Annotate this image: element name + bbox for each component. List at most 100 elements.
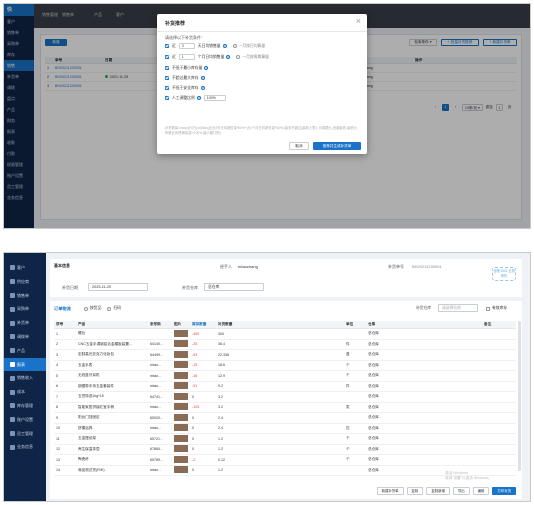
table-cell[interactable]: 拼模浴具 [76, 426, 148, 431]
help-icon[interactable]: ? [200, 86, 205, 90]
sidebar-item[interactable]: 业务信息 [4, 440, 46, 454]
ratio-input[interactable]: 100% [203, 95, 226, 101]
radio-icon[interactable] [107, 306, 112, 311]
warehouse-filter-select[interactable]: 请选择仓库 [438, 304, 478, 312]
table-row[interactable]: 5 无线蓝牙耳机 mtao... -16 12.9 个 总仓库 [54, 371, 516, 382]
copy-add-button[interactable]: 复制新增 [426, 487, 450, 495]
table-header: 序号 产品 条形码 图片 库存数量 补货数量 单位 仓库 备注 [54, 321, 516, 329]
radio-icon[interactable] [232, 44, 237, 48]
export-button[interactable]: 导出 [452, 487, 470, 495]
table-row[interactable]: 13 陶瓷杯 65789... -2 0.12 个 总仓库 [54, 455, 516, 466]
sidebar-item[interactable]: 账户设置 [4, 413, 46, 427]
copy-button[interactable]: 复制 [406, 487, 424, 495]
table-cell[interactable]: 定制高光亚克力化妆包 [76, 352, 148, 357]
help-icon[interactable]: ? [200, 76, 205, 80]
new-replenish-button[interactable]: 新建补货单 [376, 487, 404, 495]
table-cell: 6 [56, 384, 58, 389]
sidebar-item-label: 成本 [17, 389, 25, 395]
date-input[interactable]: 2025-11-20 [88, 283, 148, 291]
warehouse-input[interactable]: 总仓库 [204, 283, 264, 291]
table-row[interactable]: 4 五金手表 mtao... -15 18.6 个 总仓库 [54, 361, 516, 371]
table-cell[interactable]: 螺丝 [76, 331, 148, 336]
col-header: 序号 [56, 322, 64, 326]
table-cell[interactable]: CNC五金手调钢铝合金模板装置... [76, 342, 148, 347]
stock-checkbox[interactable]: 有效库存 [486, 306, 507, 311]
table-cell: 总仓库 [368, 394, 379, 399]
table-cell[interactable]: 五金手表 [76, 363, 148, 368]
table-cell[interactable]: 养生保温茶壶 [76, 447, 148, 452]
help-icon[interactable]: ? [222, 44, 227, 48]
table-cell: 2.4 [218, 415, 223, 420]
table-cell[interactable]: 无线蓝牙耳机 [76, 373, 148, 378]
help-icon[interactable]: ? [226, 55, 231, 59]
edit-button[interactable]: 编辑 [472, 487, 490, 495]
table-row[interactable]: 9 阳台门挡固定 65920... 0 2.4 总仓库 [54, 413, 516, 424]
product-thumbnail [174, 361, 188, 369]
sidebar-item[interactable]: 客户 [4, 261, 46, 275]
table-row[interactable]: 7 玉岳特选1kg*18 64741... 0 3.2 总仓库 [54, 392, 516, 403]
radio-icon[interactable] [84, 306, 88, 311]
sidebar-item[interactable]: 采购单 [4, 302, 46, 316]
table-row[interactable]: 11 五金摆设架 65721... 0 1.2 个 总仓库 [54, 434, 516, 445]
table-cell[interactable]: 五金摆设架 [76, 436, 148, 441]
table-cell[interactable]: 阳台门挡固定 [76, 415, 148, 420]
sidebar-item[interactable]: 供应商 [4, 275, 46, 289]
product-thumbnail [174, 392, 188, 400]
sidebar-item[interactable]: 补货单 [4, 316, 46, 330]
table-cell[interactable]: 商品测试货(FMI) [76, 468, 148, 473]
checkbox-checked-icon[interactable] [165, 76, 169, 80]
help-icon[interactable]: ? [196, 96, 201, 100]
table-row[interactable]: 1 螺丝 -400 300 总仓库 [54, 329, 516, 340]
table-row[interactable]: 12 养生保温茶壶 67884... 0 1.2 个 总仓库 [54, 445, 516, 455]
sidebar-item[interactable]: 调拨单 [4, 330, 46, 344]
days-input[interactable]: 3 [178, 43, 195, 49]
table-cell: -93 [192, 352, 198, 357]
table-cell: 64140... [150, 342, 163, 347]
col-header: 备注 [484, 322, 492, 326]
table-row[interactable]: 6 钢锯带手持五金套装件 mtao... -91 9.2 件 总仓库 [54, 382, 516, 392]
list-tab[interactable]: 订单物流 [54, 306, 71, 312]
table-row[interactable]: 8 智能家居拼接红宝手柄 mtao... -103 3.2 张 总仓库 [54, 403, 516, 413]
close-icon[interactable]: × [356, 17, 361, 26]
print-button[interactable]: 打印补货 [492, 487, 516, 495]
sidebar-item[interactable]: 报表 [4, 357, 46, 372]
table-cell[interactable]: 玉岳特选1kg*18 [76, 394, 148, 399]
cancel-button[interactable]: 取消 [289, 142, 309, 150]
cond-text: 天日均销售量 [197, 43, 221, 48]
sidebar-item[interactable]: 产品 [4, 344, 46, 358]
help-icon[interactable]: ? [204, 66, 209, 70]
col-header: 条形码 [150, 322, 161, 326]
checkbox-checked-icon[interactable] [165, 66, 169, 70]
table-row[interactable]: 10 拼模浴具 mtao... 0 2.4 匹 总仓库 [54, 424, 516, 434]
checkbox-checked-icon[interactable] [165, 86, 169, 90]
scrollbar[interactable] [518, 321, 521, 471]
cond-row-4: 不超过最大库存 ? [165, 74, 205, 82]
table-cell: 总仓库 [368, 415, 379, 420]
table-row[interactable]: 2 CNC五金手调钢铝合金模板装置... 64140... -25 36.4 件 总仓库 [54, 340, 516, 350]
sidebar-item[interactable]: 销售收入 [4, 371, 46, 385]
table-cell[interactable]: 陶瓷杯 [76, 457, 148, 462]
checkbox-icon[interactable] [486, 306, 490, 311]
confirm-button[interactable]: 推荐并生成补货单 [313, 142, 361, 150]
status-stamp: 仓储 2021 业务条件 [492, 267, 516, 281]
table-cell[interactable]: 钢锯带手持五金套装件 [76, 384, 148, 389]
table-cell: 3 [56, 352, 58, 357]
sidebar-item[interactable]: 销售单 [4, 289, 46, 303]
cond-pre: 近 [172, 43, 176, 48]
months-input[interactable]: 1 [178, 54, 195, 60]
table-cell: -15 [192, 363, 198, 368]
table-cell[interactable]: 智能家居拼接红宝手柄 [76, 405, 148, 410]
table-cell: 64741... [150, 394, 163, 399]
sidebar-item[interactable]: 员工管理 [4, 427, 46, 441]
checkbox-checked-icon[interactable] [165, 55, 169, 59]
radio-icon[interactable] [236, 55, 241, 59]
checkbox-checked-icon[interactable] [165, 96, 169, 100]
sidebar-item[interactable]: 成本 [4, 385, 46, 399]
table-cell: 总仓库 [368, 341, 379, 346]
col-header[interactable]: 库存数量 [190, 322, 216, 327]
table-row[interactable]: 3 定制高光亚克力化妆包 64499... -93 22.336 盒 总仓库 [54, 350, 516, 361]
checkbox-checked-icon[interactable] [165, 44, 169, 48]
sidebar-item[interactable]: 库存管理 [4, 399, 46, 413]
handler-label: 经手人 [220, 264, 232, 269]
modal-title: 补货推荐 [165, 21, 186, 27]
